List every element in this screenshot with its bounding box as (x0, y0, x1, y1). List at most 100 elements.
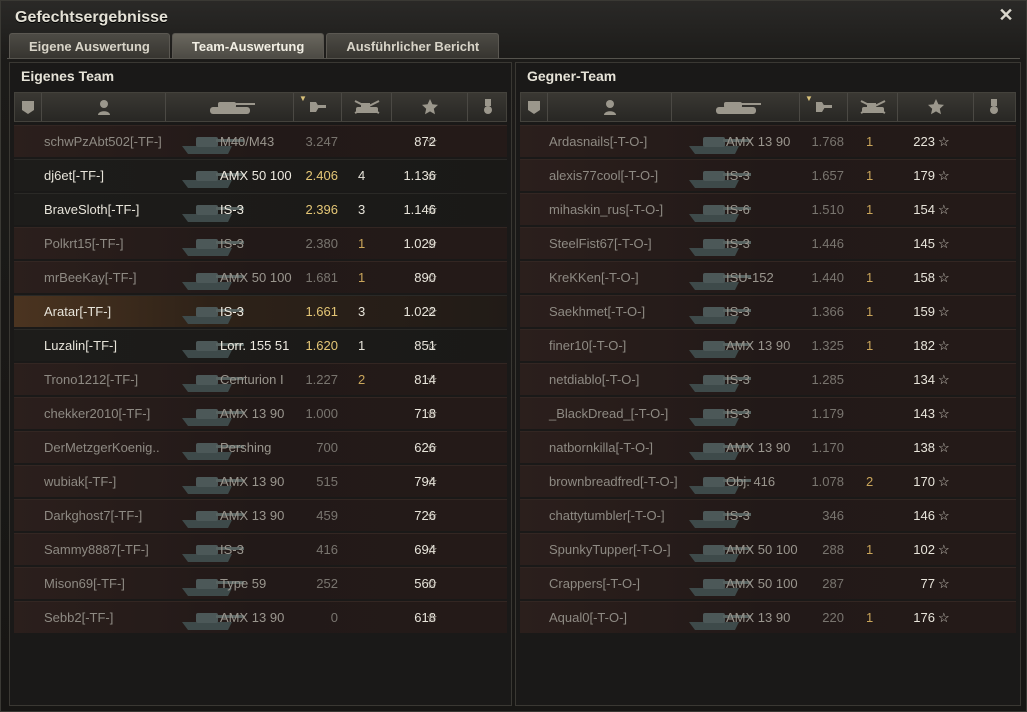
player-row[interactable]: mihaskin_rus[-T-O-] IS-6 1.510 1 154 ☆ (520, 193, 1016, 225)
player-row[interactable]: Aqual0[-T-O-] AMX 13 90 220 1 176 ☆ (520, 601, 1016, 633)
player-name: SpunkyTupper[-T-O-] (549, 542, 671, 557)
header-experience[interactable]: ▼ (293, 93, 342, 121)
header-tank[interactable] (165, 93, 294, 121)
player-name: chekker2010[-TF-] (44, 406, 151, 421)
tank-name: M40/M43 (220, 134, 275, 149)
experience: 416 (316, 542, 338, 557)
player-row[interactable]: dj6et[-TF-] AMX 50 100 2.406 4 1.136 ☆ (14, 159, 507, 191)
player-row[interactable]: brownbreadfred[-T-O-] Obj. 416 1.078 2 170 ☆ (520, 465, 1016, 497)
tab-team-auswertung[interactable]: Team-Auswertung (171, 33, 325, 59)
player-row[interactable]: Luzalin[-TF-] Lorr. 155 51 1.620 1 851 ☆ (14, 329, 507, 361)
player-name: BraveSloth[-TF-] (44, 202, 140, 217)
player-row[interactable]: chattytumbler[-T-O-] IS-3 346 146 ☆ (520, 499, 1016, 531)
experience: 1.681 (305, 270, 338, 285)
player-row[interactable]: natbornkilla[-T-O-] AMX 13 90 1.170 138 ☆ (520, 431, 1016, 463)
kills: 3 (358, 304, 366, 319)
experience: 0 (330, 610, 338, 625)
damage-star-icon: ☆ (426, 576, 438, 591)
player-row[interactable]: KreKKen[-T-O-] ISU-152 1.440 1 158 ☆ (520, 261, 1016, 293)
player-name: DerMetzgerKoenig.. (44, 440, 160, 455)
player-row[interactable]: SteelFist67[-T-O-] IS-3 1.446 145 ☆ (520, 227, 1016, 259)
player-row[interactable]: Mison69[-TF-] Type 59 252 560 ☆ (14, 567, 507, 599)
player-name: Aqual0[-T-O-] (549, 610, 628, 625)
player-row[interactable]: netdiablo[-T-O-] IS-3 1.285 134 ☆ (520, 363, 1016, 395)
damage-star-icon: ☆ (938, 474, 950, 489)
enemy-team-panel: Gegner-Team ▼ Ardasnails[-T-O-] AMX 13 90… (515, 62, 1021, 706)
player-name: Sebb2[-TF-] (44, 610, 114, 625)
player-row[interactable]: Polkrt15[-TF-] IS-3 2.380 1 1.029 ☆ (14, 227, 507, 259)
header-experience[interactable]: ▼ (799, 93, 848, 121)
player-row[interactable]: BraveSloth[-TF-] IS-3 2.396 3 1.146 ☆ (14, 193, 507, 225)
header-kills[interactable] (341, 93, 392, 121)
damage-star-icon: ☆ (426, 542, 438, 557)
player-row[interactable]: Crappers[-T-O-] AMX 50 100 287 77 ☆ (520, 567, 1016, 599)
tank-name: AMX 50 100 (726, 542, 798, 557)
damage-star-icon: ☆ (426, 508, 438, 523)
header-squad[interactable] (15, 93, 41, 121)
tank-name: IS-3 (726, 372, 750, 387)
player-row[interactable]: Saekhmet[-T-O-] IS-3 1.366 1 159 ☆ (520, 295, 1016, 327)
experience: 515 (316, 474, 338, 489)
player-name: Trono1212[-TF-] (44, 372, 139, 387)
tab-ausfuehrlicher-bericht[interactable]: Ausführlicher Bericht (326, 33, 500, 59)
experience: 2.396 (305, 202, 338, 217)
tank-name: AMX 13 90 (220, 406, 285, 421)
experience: 1.285 (811, 372, 844, 387)
player-name: schwPzAbt502[-TF-] (44, 134, 162, 149)
player-name: Sammy8887[-TF-] (44, 542, 149, 557)
kills: 1 (866, 542, 874, 557)
damage-star-icon: ☆ (938, 168, 950, 183)
damage-star-icon: ☆ (426, 304, 438, 319)
player-row[interactable]: SpunkyTupper[-T-O-] AMX 50 100 288 1 102 ☆ (520, 533, 1016, 565)
damage-star-icon: ☆ (938, 610, 950, 625)
tank-name: IS-3 (220, 202, 244, 217)
header-medal[interactable] (973, 93, 1014, 121)
player-row[interactable]: Trono1212[-TF-] Centurion I 1.227 2 814 ☆ (14, 363, 507, 395)
damage-star-icon (422, 99, 438, 115)
player-row[interactable]: _BlackDread_[-T-O-] IS-3 1.179 143 ☆ (520, 397, 1016, 429)
kills: 1 (358, 338, 366, 353)
tank-name: IS-6 (726, 202, 750, 217)
player-row[interactable]: mrBeeKay[-TF-] AMX 50 100 1.681 1 890 ☆ (14, 261, 507, 293)
close-icon[interactable]: ✕ (998, 6, 1014, 24)
damage: 145 (913, 236, 935, 251)
player-row[interactable]: schwPzAbt502[-TF-] M40/M43 3.247 872 ☆ (14, 125, 507, 157)
kills: 1 (866, 270, 874, 285)
experience: 459 (316, 508, 338, 523)
kills: 1 (866, 338, 874, 353)
tank-icon (716, 102, 761, 114)
tank-name: AMX 13 90 (220, 610, 285, 625)
damage-star-icon: ☆ (426, 236, 438, 251)
player-row[interactable]: Sebb2[-TF-] AMX 13 90 0 618 ☆ (14, 601, 507, 633)
player-row[interactable]: Aratar[-TF-] IS-3 1.661 3 1.022 ☆ (14, 295, 507, 327)
experience: 2.380 (305, 236, 338, 251)
damage: 158 (913, 270, 935, 285)
player-row[interactable]: finer10[-T-O-] AMX 13 90 1.325 1 182 ☆ (520, 329, 1016, 361)
kills: 1 (358, 236, 366, 251)
tab-eigene-auswertung[interactable]: Eigene Auswertung (9, 33, 170, 59)
header-player[interactable] (41, 93, 166, 121)
player-row[interactable]: DerMetzgerKoenig.. Pershing 700 626 ☆ (14, 431, 507, 463)
player-row[interactable]: Ardasnails[-T-O-] AMX 13 90 1.768 1 223 ☆ (520, 125, 1016, 157)
player-row[interactable]: chekker2010[-TF-] AMX 13 90 1.000 718 ☆ (14, 397, 507, 429)
header-damage-star[interactable] (897, 93, 974, 121)
header-squad[interactable] (521, 93, 547, 121)
damage-star-icon: ☆ (938, 338, 950, 353)
player-name: Mison69[-TF-] (44, 576, 125, 591)
squad-icon (22, 101, 34, 114)
header-damage-star[interactable] (391, 93, 468, 121)
player-row[interactable]: Darkghost7[-TF-] AMX 13 90 459 726 ☆ (14, 499, 507, 531)
tank-name: IS-3 (726, 406, 750, 421)
player-row[interactable]: alexis77cool[-T-O-] IS-3 1.657 1 179 ☆ (520, 159, 1016, 191)
header-tank[interactable] (671, 93, 800, 121)
header-kills[interactable] (847, 93, 898, 121)
player-row[interactable]: wubiak[-TF-] AMX 13 90 515 794 ☆ (14, 465, 507, 497)
experience: 1.768 (811, 134, 844, 149)
experience: 288 (822, 542, 844, 557)
player-row[interactable]: Sammy8887[-TF-] IS-3 416 694 ☆ (14, 533, 507, 565)
sort-indicator-icon: ▼ (805, 94, 813, 103)
header-medal[interactable] (467, 93, 508, 121)
header-player[interactable] (547, 93, 672, 121)
experience-icon (310, 102, 326, 112)
medal-icon (990, 99, 998, 114)
